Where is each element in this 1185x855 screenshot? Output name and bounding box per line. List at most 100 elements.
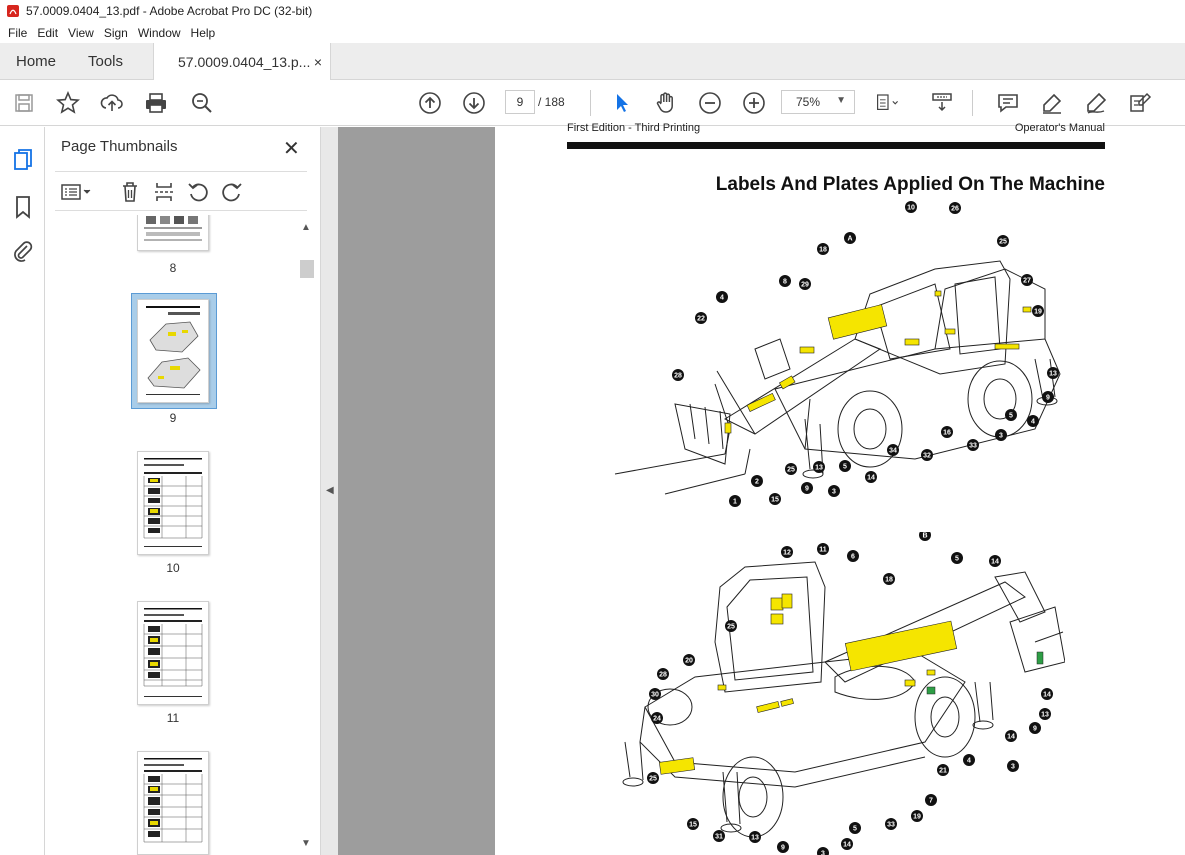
callout-label: 5 bbox=[1009, 413, 1013, 420]
callout-label: 14 bbox=[1043, 692, 1051, 699]
thumbnail-page-12[interactable] bbox=[137, 751, 209, 855]
tab-document[interactable]: 57.0009.0404_13.p... × bbox=[153, 43, 331, 81]
thumbnail-label: 8 bbox=[169, 261, 177, 275]
callout-label: 28 bbox=[659, 672, 667, 679]
menu-bar: File Edit View Sign Window Help bbox=[0, 22, 1185, 43]
callout-label: 3 bbox=[821, 851, 825, 855]
callout-label: 33 bbox=[969, 443, 977, 450]
machine-illustration-top: 10 26 A 25 18 29 8 27 4 19 22 13 28 9 4 … bbox=[614, 201, 1061, 507]
menu-sign[interactable]: Sign bbox=[104, 26, 128, 40]
callout-markers: B 12 11 6 5 14 18 C 25 20 28 30 24 25 14… bbox=[647, 532, 1053, 855]
thumbnail-options-icon[interactable] bbox=[60, 181, 94, 203]
close-icon[interactable]: ✕ bbox=[283, 136, 300, 161]
thumbnail-scrollbar[interactable]: ▲ ▼ bbox=[298, 218, 314, 855]
tab-tools[interactable]: Tools bbox=[88, 43, 123, 80]
comment-icon[interactable] bbox=[996, 91, 1020, 115]
upload-icon[interactable] bbox=[100, 91, 124, 115]
callout-label: 9 bbox=[1046, 395, 1050, 402]
page-down-icon[interactable] bbox=[462, 91, 486, 115]
callout-label: 25 bbox=[787, 467, 795, 474]
thumbnail-page-8[interactable] bbox=[137, 215, 209, 251]
title-bar: 57.0009.0404_13.pdf - Adobe Acrobat Pro … bbox=[0, 0, 1185, 22]
callout-label: 18 bbox=[885, 577, 893, 584]
tab-home[interactable]: Home bbox=[16, 43, 56, 80]
thumbnail-page-10[interactable] bbox=[137, 451, 209, 555]
scroll-down-icon[interactable]: ▼ bbox=[301, 838, 311, 849]
callout-label: 31 bbox=[715, 834, 723, 841]
panel-collapse-gutter[interactable]: ◀ bbox=[320, 127, 338, 855]
callout-label: B bbox=[922, 533, 927, 540]
page-number-input[interactable]: 9 bbox=[505, 90, 535, 114]
menu-file[interactable]: File bbox=[8, 26, 27, 40]
panel-title: Page Thumbnails bbox=[61, 138, 178, 155]
callout-label: 6 bbox=[851, 554, 855, 561]
menu-window[interactable]: Window bbox=[138, 26, 181, 40]
attachment-icon[interactable] bbox=[11, 240, 35, 264]
extract-pages-icon[interactable] bbox=[153, 181, 175, 203]
callout-label: A bbox=[847, 236, 852, 243]
rotate-right-icon[interactable] bbox=[221, 181, 243, 203]
callout-label: 9 bbox=[1033, 726, 1037, 733]
draw-icon[interactable] bbox=[1084, 91, 1108, 115]
page-thumbnails-icon[interactable] bbox=[11, 148, 35, 172]
zoom-in-icon[interactable] bbox=[742, 91, 766, 115]
star-icon[interactable] bbox=[56, 91, 80, 115]
callout-label: 32 bbox=[923, 453, 931, 460]
scroll-mode-icon[interactable] bbox=[930, 91, 954, 115]
thumbnail-page-11[interactable] bbox=[137, 601, 209, 705]
callout-label: 12 bbox=[783, 550, 791, 557]
callout-label: 7 bbox=[929, 798, 933, 805]
callout-label: 25 bbox=[727, 624, 735, 631]
scroll-up-icon[interactable]: ▲ bbox=[301, 222, 311, 233]
callout-label: 13 bbox=[751, 835, 759, 842]
tab-close-icon[interactable]: × bbox=[314, 54, 322, 70]
callout-label: 5 bbox=[843, 464, 847, 471]
menu-edit[interactable]: Edit bbox=[37, 26, 58, 40]
callout-label: 11 bbox=[819, 547, 827, 554]
menu-view[interactable]: View bbox=[68, 26, 94, 40]
zoom-select[interactable]: 75% ▼ bbox=[781, 90, 855, 114]
callout-label: 29 bbox=[801, 282, 809, 289]
main-toolbar bbox=[0, 80, 1185, 126]
left-rail bbox=[0, 127, 45, 855]
callout-label: 34 bbox=[889, 448, 897, 455]
callout-label: 19 bbox=[1034, 309, 1042, 316]
callout-label: 15 bbox=[771, 497, 779, 504]
rotate-left-icon[interactable] bbox=[187, 181, 209, 203]
page-up-icon[interactable] bbox=[418, 91, 442, 115]
save-icon[interactable] bbox=[12, 91, 36, 115]
callout-label: 3 bbox=[1011, 764, 1015, 771]
thumbnails-panel: Page Thumbnails ✕ 8 9 10 11 bbox=[45, 127, 320, 855]
fit-page-icon[interactable] bbox=[876, 91, 900, 115]
page-total: / 188 bbox=[538, 95, 565, 109]
menu-help[interactable]: Help bbox=[191, 26, 216, 40]
select-arrow-icon[interactable] bbox=[610, 91, 634, 115]
collapse-arrow-icon[interactable]: ◀ bbox=[326, 485, 334, 496]
bookmark-icon[interactable] bbox=[11, 195, 35, 219]
callout-label: 26 bbox=[951, 206, 959, 213]
callout-label: 3 bbox=[999, 433, 1003, 440]
page-heading: Labels And Plates Applied On The Machine bbox=[715, 174, 1105, 195]
callout-label: 14 bbox=[843, 842, 851, 849]
callout-label: 2 bbox=[755, 479, 759, 486]
callout-label: 27 bbox=[1023, 278, 1031, 285]
hand-icon[interactable] bbox=[654, 91, 678, 115]
callout-label: 4 bbox=[967, 758, 971, 765]
zoom-search-icon[interactable] bbox=[190, 91, 214, 115]
pdf-page: First Edition - Third Printing Operator'… bbox=[495, 122, 1185, 855]
callout-label: 13 bbox=[1049, 371, 1057, 378]
thumbnail-toolbar bbox=[55, 171, 307, 211]
highlight-icon[interactable] bbox=[1040, 91, 1064, 115]
callout-label: 22 bbox=[697, 316, 705, 323]
print-icon[interactable] bbox=[144, 91, 168, 115]
callout-label: 9 bbox=[781, 845, 785, 852]
delete-icon[interactable] bbox=[119, 181, 141, 203]
callout-label: 9 bbox=[805, 486, 809, 493]
zoom-out-icon[interactable] bbox=[698, 91, 722, 115]
document-viewport[interactable]: First Edition - Third Printing Operator'… bbox=[338, 122, 1185, 855]
fill-sign-icon[interactable] bbox=[1128, 91, 1152, 115]
toolbar-divider bbox=[590, 90, 591, 116]
thumbnail-page-9[interactable] bbox=[137, 299, 209, 403]
scrollbar-thumb[interactable] bbox=[300, 260, 314, 278]
thumbnail-label: 9 bbox=[169, 411, 177, 425]
